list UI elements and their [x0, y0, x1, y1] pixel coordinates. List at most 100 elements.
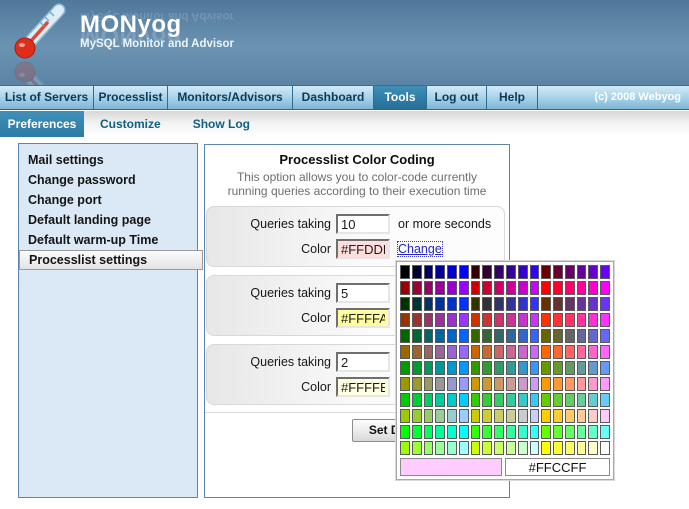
color-swatch[interactable]: [588, 409, 598, 423]
color-swatch[interactable]: [424, 281, 434, 295]
color-swatch[interactable]: [565, 297, 575, 311]
color-swatch[interactable]: [412, 393, 422, 407]
sidebar-item-change-port[interactable]: Change port: [19, 190, 197, 210]
color-swatch[interactable]: [541, 345, 551, 359]
color-swatch[interactable]: [530, 281, 540, 295]
color-swatch[interactable]: [494, 329, 504, 343]
color-swatch[interactable]: [424, 377, 434, 391]
color-swatch[interactable]: [494, 425, 504, 439]
color-swatch[interactable]: [565, 313, 575, 327]
color-swatch[interactable]: [530, 425, 540, 439]
color-swatch[interactable]: [400, 329, 410, 343]
color-swatch[interactable]: [565, 409, 575, 423]
color-swatch[interactable]: [494, 345, 504, 359]
color-swatch[interactable]: [518, 361, 528, 375]
color-swatch[interactable]: [588, 281, 598, 295]
color-swatch[interactable]: [553, 329, 563, 343]
nav-item-list-of-servers[interactable]: List of Servers: [0, 86, 94, 109]
color-swatch[interactable]: [518, 297, 528, 311]
color-swatch[interactable]: [530, 313, 540, 327]
color-swatch[interactable]: [541, 409, 551, 423]
color-swatch[interactable]: [400, 345, 410, 359]
color-swatch[interactable]: [530, 361, 540, 375]
color-swatch[interactable]: [424, 329, 434, 343]
nav-item-log-out[interactable]: Log out: [427, 86, 487, 109]
color-swatch[interactable]: [506, 409, 516, 423]
color-swatch[interactable]: [435, 441, 445, 455]
color-swatch[interactable]: [553, 297, 563, 311]
color-swatch[interactable]: [447, 281, 457, 295]
color-swatch[interactable]: [600, 345, 610, 359]
color-swatch[interactable]: [482, 329, 492, 343]
color-swatch[interactable]: [506, 393, 516, 407]
color-swatch[interactable]: [459, 329, 469, 343]
color-swatch[interactable]: [412, 297, 422, 311]
color-swatch[interactable]: [530, 329, 540, 343]
color-swatch[interactable]: [541, 393, 551, 407]
tab-show-log[interactable]: Show Log: [177, 111, 266, 137]
color-swatch[interactable]: [541, 377, 551, 391]
color-swatch[interactable]: [447, 377, 457, 391]
color-swatch[interactable]: [600, 265, 610, 279]
color-swatch[interactable]: [400, 441, 410, 455]
color-value-input[interactable]: [336, 239, 390, 259]
color-swatch[interactable]: [424, 265, 434, 279]
color-swatch[interactable]: [471, 265, 481, 279]
color-swatch[interactable]: [541, 425, 551, 439]
color-swatch[interactable]: [482, 313, 492, 327]
color-swatch[interactable]: [482, 441, 492, 455]
color-swatch[interactable]: [471, 281, 481, 295]
color-swatch[interactable]: [459, 409, 469, 423]
color-swatch[interactable]: [494, 265, 504, 279]
color-swatch[interactable]: [494, 409, 504, 423]
color-swatch[interactable]: [530, 409, 540, 423]
color-swatch[interactable]: [424, 393, 434, 407]
color-swatch[interactable]: [482, 265, 492, 279]
color-swatch[interactable]: [577, 297, 587, 311]
color-swatch[interactable]: [600, 361, 610, 375]
color-swatch[interactable]: [577, 441, 587, 455]
queries-seconds-input[interactable]: [336, 352, 390, 372]
color-swatch[interactable]: [447, 345, 457, 359]
color-swatch[interactable]: [553, 345, 563, 359]
color-swatch[interactable]: [588, 441, 598, 455]
color-swatch[interactable]: [482, 393, 492, 407]
color-swatch[interactable]: [588, 377, 598, 391]
color-swatch[interactable]: [435, 313, 445, 327]
color-swatch[interactable]: [412, 377, 422, 391]
color-swatch[interactable]: [471, 393, 481, 407]
color-swatch[interactable]: [506, 345, 516, 359]
sidebar-item-change-password[interactable]: Change password: [19, 170, 197, 190]
color-swatch[interactable]: [506, 361, 516, 375]
color-swatch[interactable]: [471, 425, 481, 439]
color-swatch[interactable]: [577, 409, 587, 423]
color-swatch[interactable]: [553, 441, 563, 455]
color-swatch[interactable]: [565, 361, 575, 375]
nav-item-tools[interactable]: Tools: [374, 86, 427, 109]
color-swatch[interactable]: [541, 441, 551, 455]
color-swatch[interactable]: [530, 297, 540, 311]
color-swatch[interactable]: [471, 441, 481, 455]
color-swatch[interactable]: [506, 313, 516, 327]
color-swatch[interactable]: [553, 393, 563, 407]
color-swatch[interactable]: [459, 345, 469, 359]
color-swatch[interactable]: [588, 393, 598, 407]
color-swatch[interactable]: [565, 425, 575, 439]
color-swatch[interactable]: [471, 297, 481, 311]
color-swatch[interactable]: [447, 425, 457, 439]
color-value-input[interactable]: [336, 308, 390, 328]
color-swatch[interactable]: [435, 329, 445, 343]
color-swatch[interactable]: [459, 377, 469, 391]
color-swatch[interactable]: [565, 281, 575, 295]
color-swatch[interactable]: [600, 377, 610, 391]
color-swatch[interactable]: [412, 425, 422, 439]
color-swatch[interactable]: [506, 265, 516, 279]
color-swatch[interactable]: [412, 361, 422, 375]
nav-item-processlist[interactable]: Processlist: [94, 86, 168, 109]
color-swatch[interactable]: [482, 361, 492, 375]
color-swatch[interactable]: [530, 345, 540, 359]
color-swatch[interactable]: [506, 425, 516, 439]
color-swatch[interactable]: [494, 441, 504, 455]
color-swatch[interactable]: [494, 361, 504, 375]
color-swatch[interactable]: [482, 297, 492, 311]
